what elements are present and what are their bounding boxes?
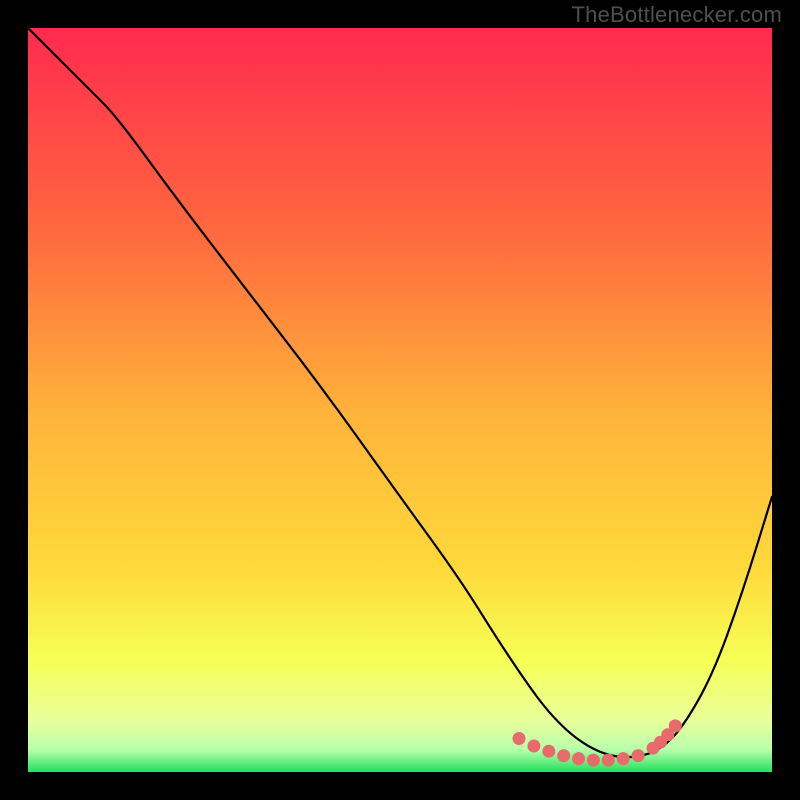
marker-dot	[557, 749, 570, 762]
plot-svg	[28, 28, 772, 772]
marker-dot	[617, 752, 630, 765]
chart-frame: TheBottlenecker.com	[0, 0, 800, 800]
marker-dot	[572, 752, 585, 765]
bottleneck-plot	[28, 28, 772, 772]
marker-dot	[513, 732, 526, 745]
gradient-background	[28, 28, 772, 772]
marker-dot	[587, 754, 600, 767]
marker-dot	[542, 745, 555, 758]
marker-dot	[669, 719, 682, 732]
marker-dot	[632, 749, 645, 762]
marker-dot	[527, 740, 540, 753]
marker-dot	[602, 754, 615, 767]
watermark-text: TheBottlenecker.com	[572, 2, 782, 28]
